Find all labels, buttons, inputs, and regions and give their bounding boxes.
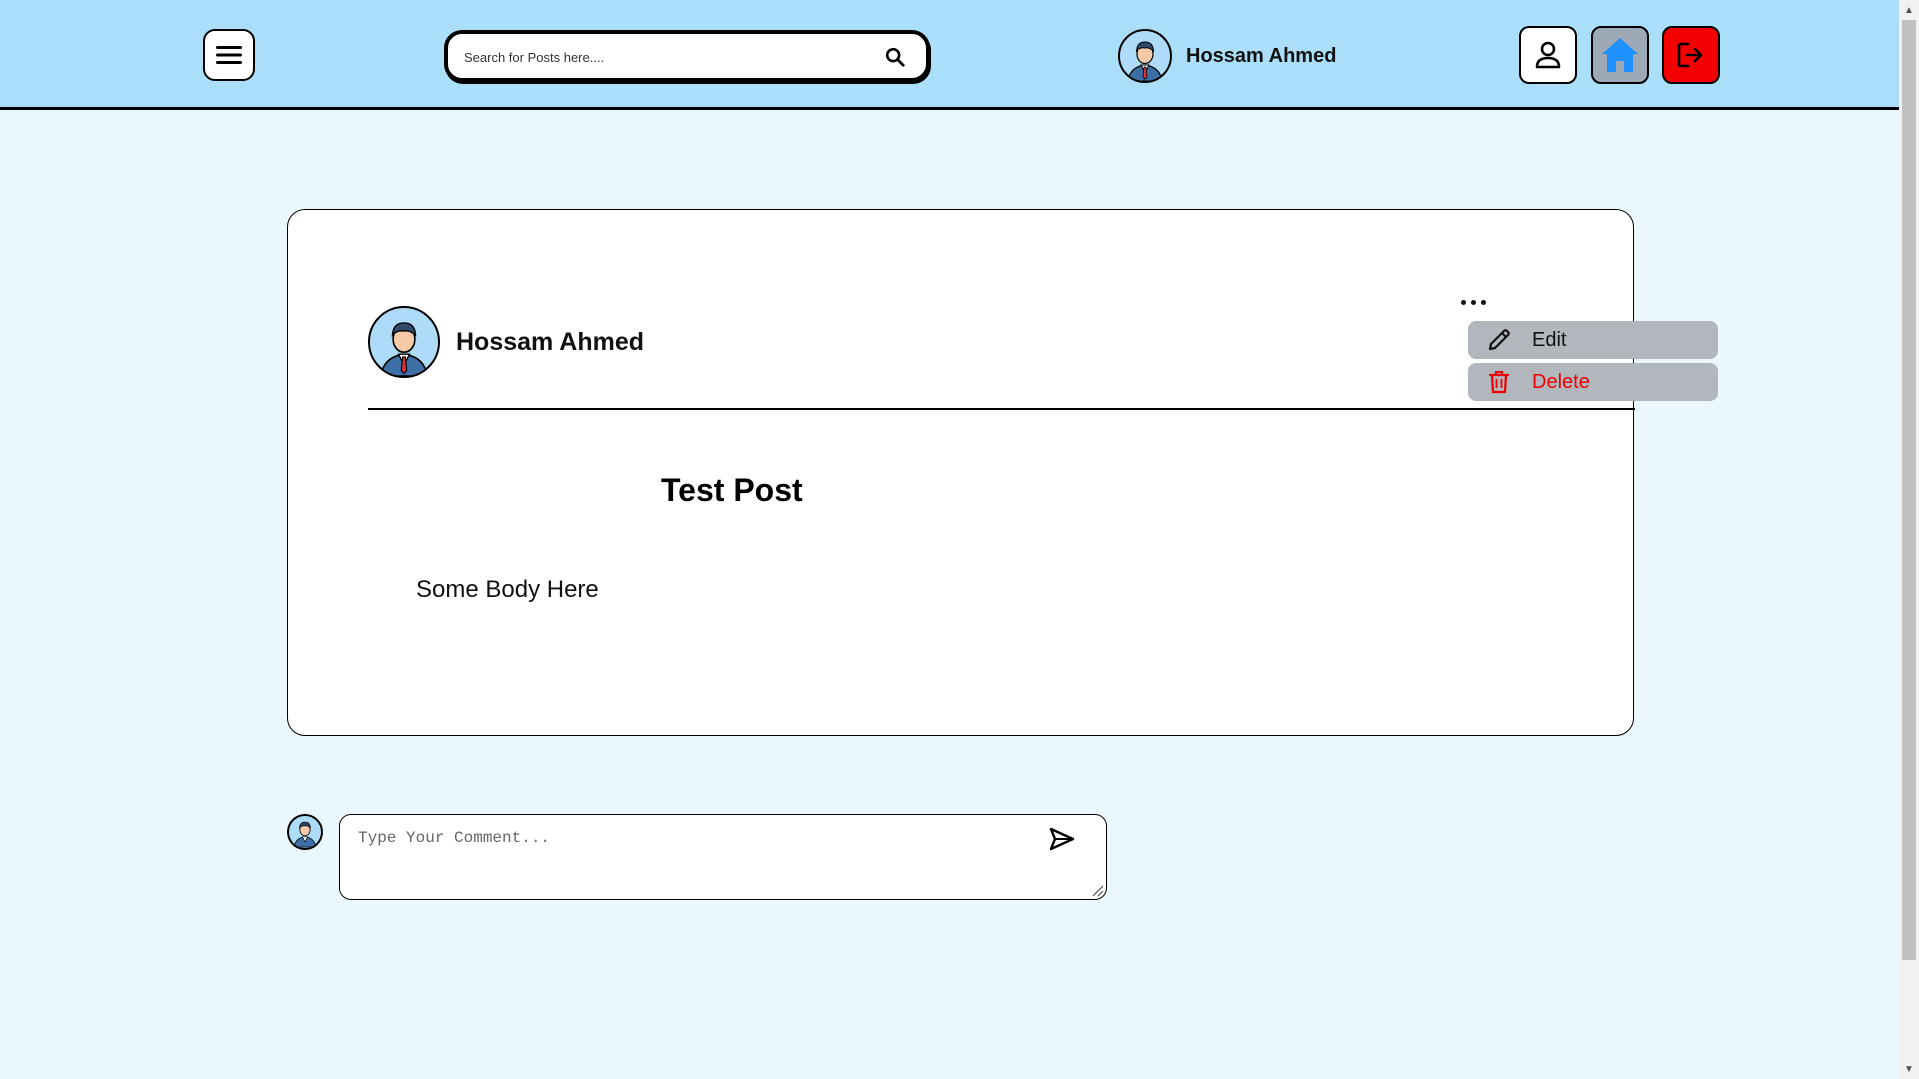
- home-button[interactable]: [1591, 26, 1649, 84]
- scrollbar-thumb[interactable]: [1902, 20, 1916, 960]
- more-options-button[interactable]: [1453, 292, 1493, 312]
- delete-label: Delete: [1532, 370, 1590, 393]
- edit-menu-item[interactable]: Edit: [1468, 321, 1718, 359]
- avatar-icon: [1127, 41, 1163, 81]
- edit-label: Edit: [1532, 328, 1567, 351]
- vertical-scrollbar[interactable]: ▲ ▼: [1899, 0, 1919, 1079]
- header-user-name[interactable]: Hossam Ahmed: [1186, 45, 1336, 68]
- logout-button[interactable]: [1662, 26, 1720, 84]
- scroll-down-arrow-icon[interactable]: ▼: [1899, 1059, 1919, 1079]
- post-author-name[interactable]: Hossam Ahmed: [456, 328, 644, 357]
- dot-icon: [1460, 299, 1466, 305]
- search-input[interactable]: [462, 34, 866, 80]
- post-title: Test Post: [661, 472, 803, 508]
- post-author-avatar[interactable]: [368, 306, 440, 378]
- avatar[interactable]: [1118, 29, 1172, 83]
- send-icon[interactable]: [1048, 825, 1076, 853]
- hamburger-icon: [216, 46, 242, 64]
- post-author[interactable]: Hossam Ahmed: [368, 306, 644, 378]
- comment-avatar: [287, 814, 323, 850]
- delete-menu-item[interactable]: Delete: [1468, 363, 1718, 401]
- search-box[interactable]: [444, 30, 930, 82]
- resize-handle[interactable]: [1090, 883, 1104, 897]
- post-options-menu: Edit Delete: [1468, 321, 1718, 405]
- menu-button[interactable]: [203, 29, 255, 81]
- avatar-icon: [380, 322, 428, 376]
- comment-box[interactable]: [339, 814, 1107, 900]
- home-icon: [1602, 38, 1638, 72]
- dot-icon: [1470, 299, 1476, 305]
- user-icon: [1535, 41, 1561, 69]
- post-card: Hossam Ahmed Test Post Some Body Here: [287, 209, 1635, 736]
- pencil-icon: [1486, 327, 1512, 353]
- logout-icon: [1677, 42, 1703, 68]
- post-body: Some Body Here: [416, 576, 599, 603]
- post-divider: [368, 408, 1635, 410]
- top-header: Hossam Ahmed: [0, 0, 1899, 110]
- comment-input[interactable]: [356, 827, 1020, 891]
- dot-icon: [1480, 299, 1486, 305]
- scroll-up-arrow-icon[interactable]: ▲: [1899, 0, 1919, 20]
- search-icon[interactable]: [884, 46, 906, 68]
- avatar-icon: [293, 821, 317, 848]
- header-user[interactable]: Hossam Ahmed: [1118, 28, 1336, 84]
- trash-icon: [1486, 369, 1512, 395]
- profile-button[interactable]: [1519, 26, 1577, 84]
